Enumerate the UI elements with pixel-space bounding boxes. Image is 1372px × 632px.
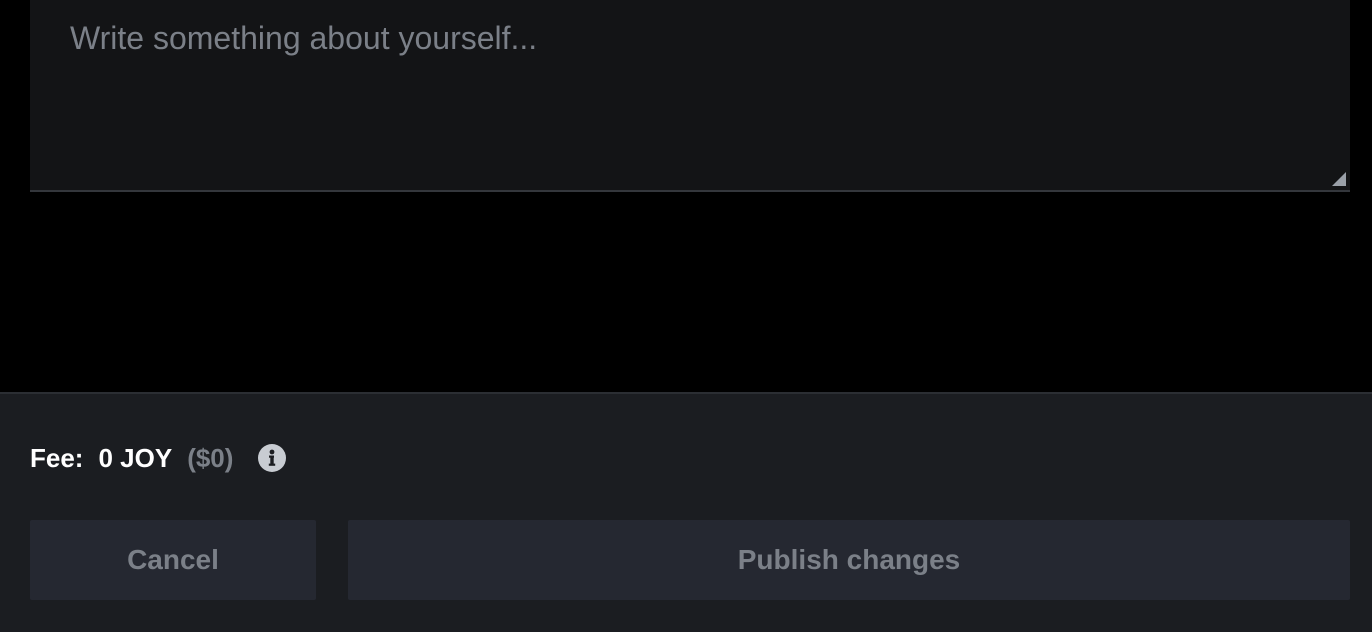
resize-handle-icon[interactable] [1332,172,1346,186]
edit-profile-page: Fee: 0 JOY ($0) Cancel Publish changes [0,0,1372,632]
fee-row: Fee: 0 JOY ($0) [30,440,287,476]
publish-changes-button[interactable]: Publish changes [348,520,1350,600]
info-icon[interactable] [258,444,287,472]
fee-label: Fee: [30,442,84,473]
fee-amount: 0 JOY [98,442,173,473]
bio-textarea-container [30,0,1350,192]
cancel-button[interactable]: Cancel [30,520,316,600]
dialog-footer: Fee: 0 JOY ($0) Cancel Publish changes [0,392,1372,632]
fee-usd-value: ($0) [187,442,234,473]
bio-textarea[interactable] [30,0,1350,190]
